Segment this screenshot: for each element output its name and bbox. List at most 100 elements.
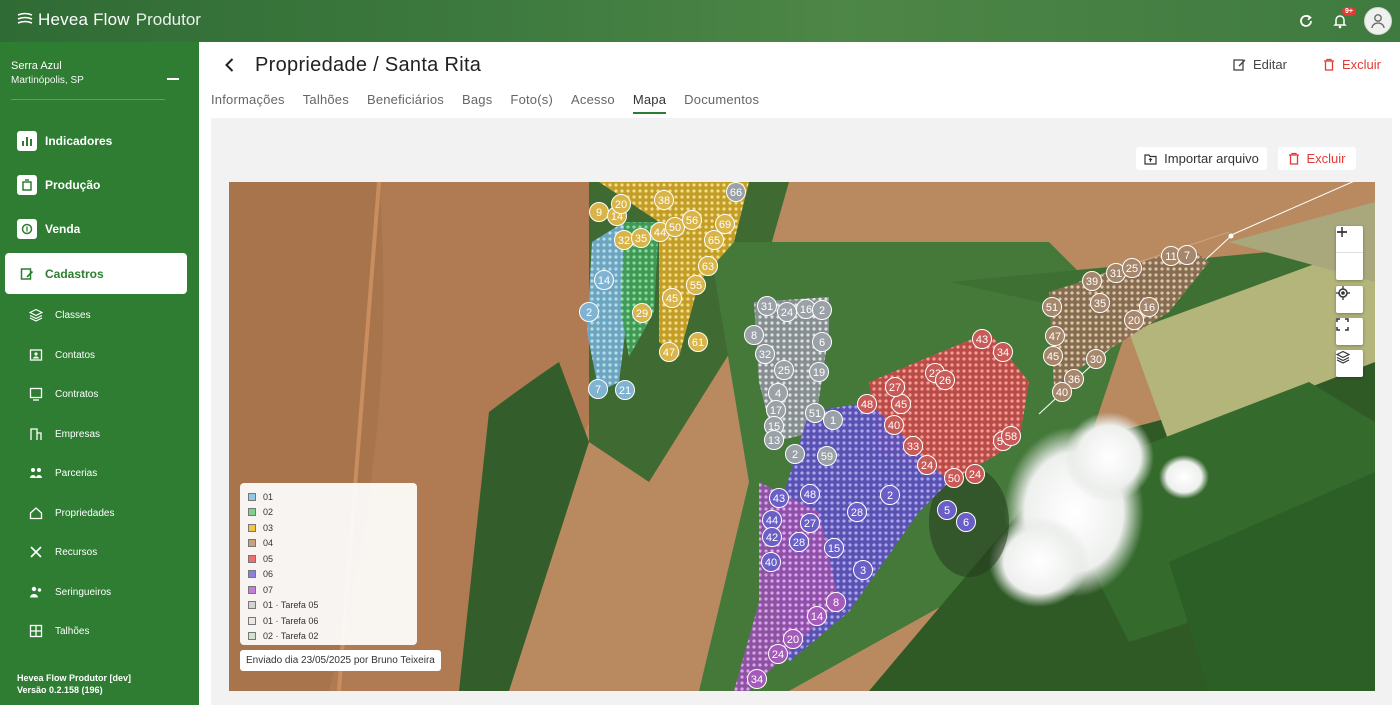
tree-marker[interactable]: 34 — [993, 342, 1013, 362]
satellite-map[interactable]: 9 14 20 38 32 35 44 50 56 69 65 63 55 45 29 47 61 66 31 24 1… — [229, 182, 1375, 691]
tree-marker[interactable]: 19 — [809, 362, 829, 382]
tree-marker[interactable]: 2 — [579, 302, 599, 322]
sidebar-subitem-empresas[interactable]: Empresas — [0, 416, 199, 452]
tree-marker[interactable]: 69 — [715, 214, 735, 234]
sidebar-subitem-recursos[interactable]: Recursos — [0, 534, 199, 570]
tree-marker[interactable]: 55 — [686, 275, 706, 295]
tree-marker[interactable]: 48 — [857, 394, 877, 414]
tree-marker[interactable]: 40 — [761, 552, 781, 572]
tree-marker[interactable]: 31 — [757, 296, 777, 316]
tree-marker[interactable]: 7 — [588, 379, 608, 399]
tree-marker[interactable]: 5 — [937, 500, 957, 520]
tree-marker[interactable]: 13 — [764, 430, 784, 450]
tree-marker[interactable]: 35 — [1090, 293, 1110, 313]
tree-marker[interactable]: 48 — [800, 484, 820, 504]
sidebar-subitem-contratos[interactable]: Contratos — [0, 376, 199, 412]
tree-marker[interactable]: 47 — [1045, 326, 1065, 346]
tree-marker[interactable]: 14 — [594, 270, 614, 290]
sidebar-item-indicadores[interactable]: Indicadores — [0, 121, 199, 161]
fullscreen-button[interactable] — [1336, 318, 1363, 345]
zoom-out-button[interactable] — [1336, 231, 1363, 280]
tab-talhoes[interactable]: Talhões — [303, 92, 349, 113]
tree-marker[interactable]: 6 — [812, 332, 832, 352]
tree-marker[interactable]: 56 — [682, 210, 702, 230]
edit-button[interactable]: Editar — [1233, 57, 1287, 72]
tree-marker[interactable]: 51 — [805, 403, 825, 423]
tree-marker[interactable]: 45 — [1043, 346, 1063, 366]
tree-marker[interactable]: 8 — [826, 592, 846, 612]
tree-marker[interactable]: 25 — [1122, 258, 1142, 278]
tree-marker[interactable]: 50 — [944, 468, 964, 488]
tree-marker[interactable]: 20 — [611, 194, 631, 214]
tree-marker[interactable]: 9 — [589, 202, 609, 222]
refresh-icon[interactable] — [1296, 11, 1316, 31]
tree-marker[interactable]: 24 — [917, 455, 937, 475]
tree-marker[interactable]: 32 — [614, 230, 634, 250]
tree-marker[interactable]: 66 — [726, 182, 746, 202]
tree-marker[interactable]: 8 — [744, 325, 764, 345]
tree-marker[interactable]: 2 — [812, 300, 832, 320]
tree-marker[interactable]: 24 — [965, 464, 985, 484]
locate-button[interactable] — [1336, 286, 1363, 313]
tree-marker[interactable]: 42 — [762, 527, 782, 547]
tree-marker[interactable]: 50 — [665, 217, 685, 237]
sidebar-subitem-seringueiros[interactable]: Seringueiros — [0, 574, 199, 610]
sidebar-subitem-parcerias[interactable]: Parcerias — [0, 455, 199, 491]
tab-acesso[interactable]: Acesso — [571, 92, 615, 113]
tree-marker[interactable]: 25 — [774, 360, 794, 380]
tree-marker[interactable]: 15 — [824, 538, 844, 558]
import-file-button[interactable]: Importar arquivo — [1136, 147, 1267, 170]
tree-marker[interactable]: 51 — [1042, 297, 1062, 317]
collapse-icon[interactable] — [167, 78, 179, 80]
sidebar-subitem-contatos[interactable]: Contatos — [0, 337, 199, 373]
layers-button[interactable] — [1336, 350, 1363, 377]
tree-marker[interactable]: 44 — [762, 510, 782, 530]
sidebar-item-cadastros[interactable]: Cadastros — [5, 253, 187, 294]
tree-marker[interactable]: 32 — [755, 344, 775, 364]
tab-bags[interactable]: Bags — [462, 92, 492, 113]
tree-marker[interactable]: 63 — [698, 256, 718, 276]
tab-documentos[interactable]: Documentos — [684, 92, 759, 113]
tree-marker[interactable]: 1 — [823, 410, 843, 430]
tree-marker[interactable]: 61 — [688, 332, 708, 352]
tree-marker[interactable]: 28 — [789, 532, 809, 552]
tab-informacoes[interactable]: Informações — [211, 92, 285, 113]
tab-beneficiarios[interactable]: Beneficiários — [367, 92, 444, 113]
tree-marker[interactable]: 45 — [891, 394, 911, 414]
tree-marker[interactable]: 4 — [768, 383, 788, 403]
tree-marker[interactable]: 33 — [903, 436, 923, 456]
tree-marker[interactable]: 58 — [1001, 426, 1021, 446]
tree-marker[interactable]: 24 — [768, 644, 788, 664]
delete-button[interactable]: Excluir — [1323, 57, 1381, 72]
tree-marker[interactable]: 16 — [1139, 297, 1159, 317]
tree-marker[interactable]: 40 — [884, 415, 904, 435]
tree-marker[interactable]: 27 — [800, 513, 820, 533]
tree-marker[interactable]: 21 — [615, 380, 635, 400]
tree-marker[interactable]: 14 — [807, 606, 827, 626]
tree-marker[interactable]: 27 — [885, 377, 905, 397]
tree-marker[interactable]: 47 — [659, 342, 679, 362]
tree-marker[interactable]: 2 — [785, 444, 805, 464]
brand[interactable]: Hevea Flow Produtor — [16, 10, 201, 30]
tree-marker[interactable]: 3 — [853, 560, 873, 580]
tree-marker[interactable]: 65 — [704, 230, 724, 250]
tree-marker[interactable]: 24 — [777, 302, 797, 322]
tree-marker[interactable]: 30 — [1086, 349, 1106, 369]
tab-mapa[interactable]: Mapa — [632, 92, 667, 114]
sidebar-subitem-classes[interactable]: Classes — [0, 297, 199, 333]
sidebar-item-venda[interactable]: Venda — [0, 209, 199, 249]
tree-marker[interactable]: 43 — [769, 488, 789, 508]
tree-marker[interactable]: 39 — [1082, 271, 1102, 291]
tree-marker[interactable]: 35 — [631, 228, 651, 248]
tree-marker[interactable]: 40 — [1052, 382, 1072, 402]
tree-marker[interactable]: 43 — [972, 329, 992, 349]
tree-marker[interactable]: 26 — [935, 370, 955, 390]
back-arrow-icon[interactable] — [221, 56, 239, 74]
avatar[interactable] — [1364, 7, 1392, 35]
tree-marker[interactable]: 20 — [783, 629, 803, 649]
tree-marker[interactable]: 20 — [1124, 310, 1144, 330]
sidebar-subitem-propriedades[interactable]: Propriedades — [0, 495, 199, 531]
tab-fotos[interactable]: Foto(s) — [510, 92, 553, 113]
delete-map-button[interactable]: Excluir — [1278, 147, 1356, 170]
tree-marker[interactable]: 6 — [956, 512, 976, 532]
